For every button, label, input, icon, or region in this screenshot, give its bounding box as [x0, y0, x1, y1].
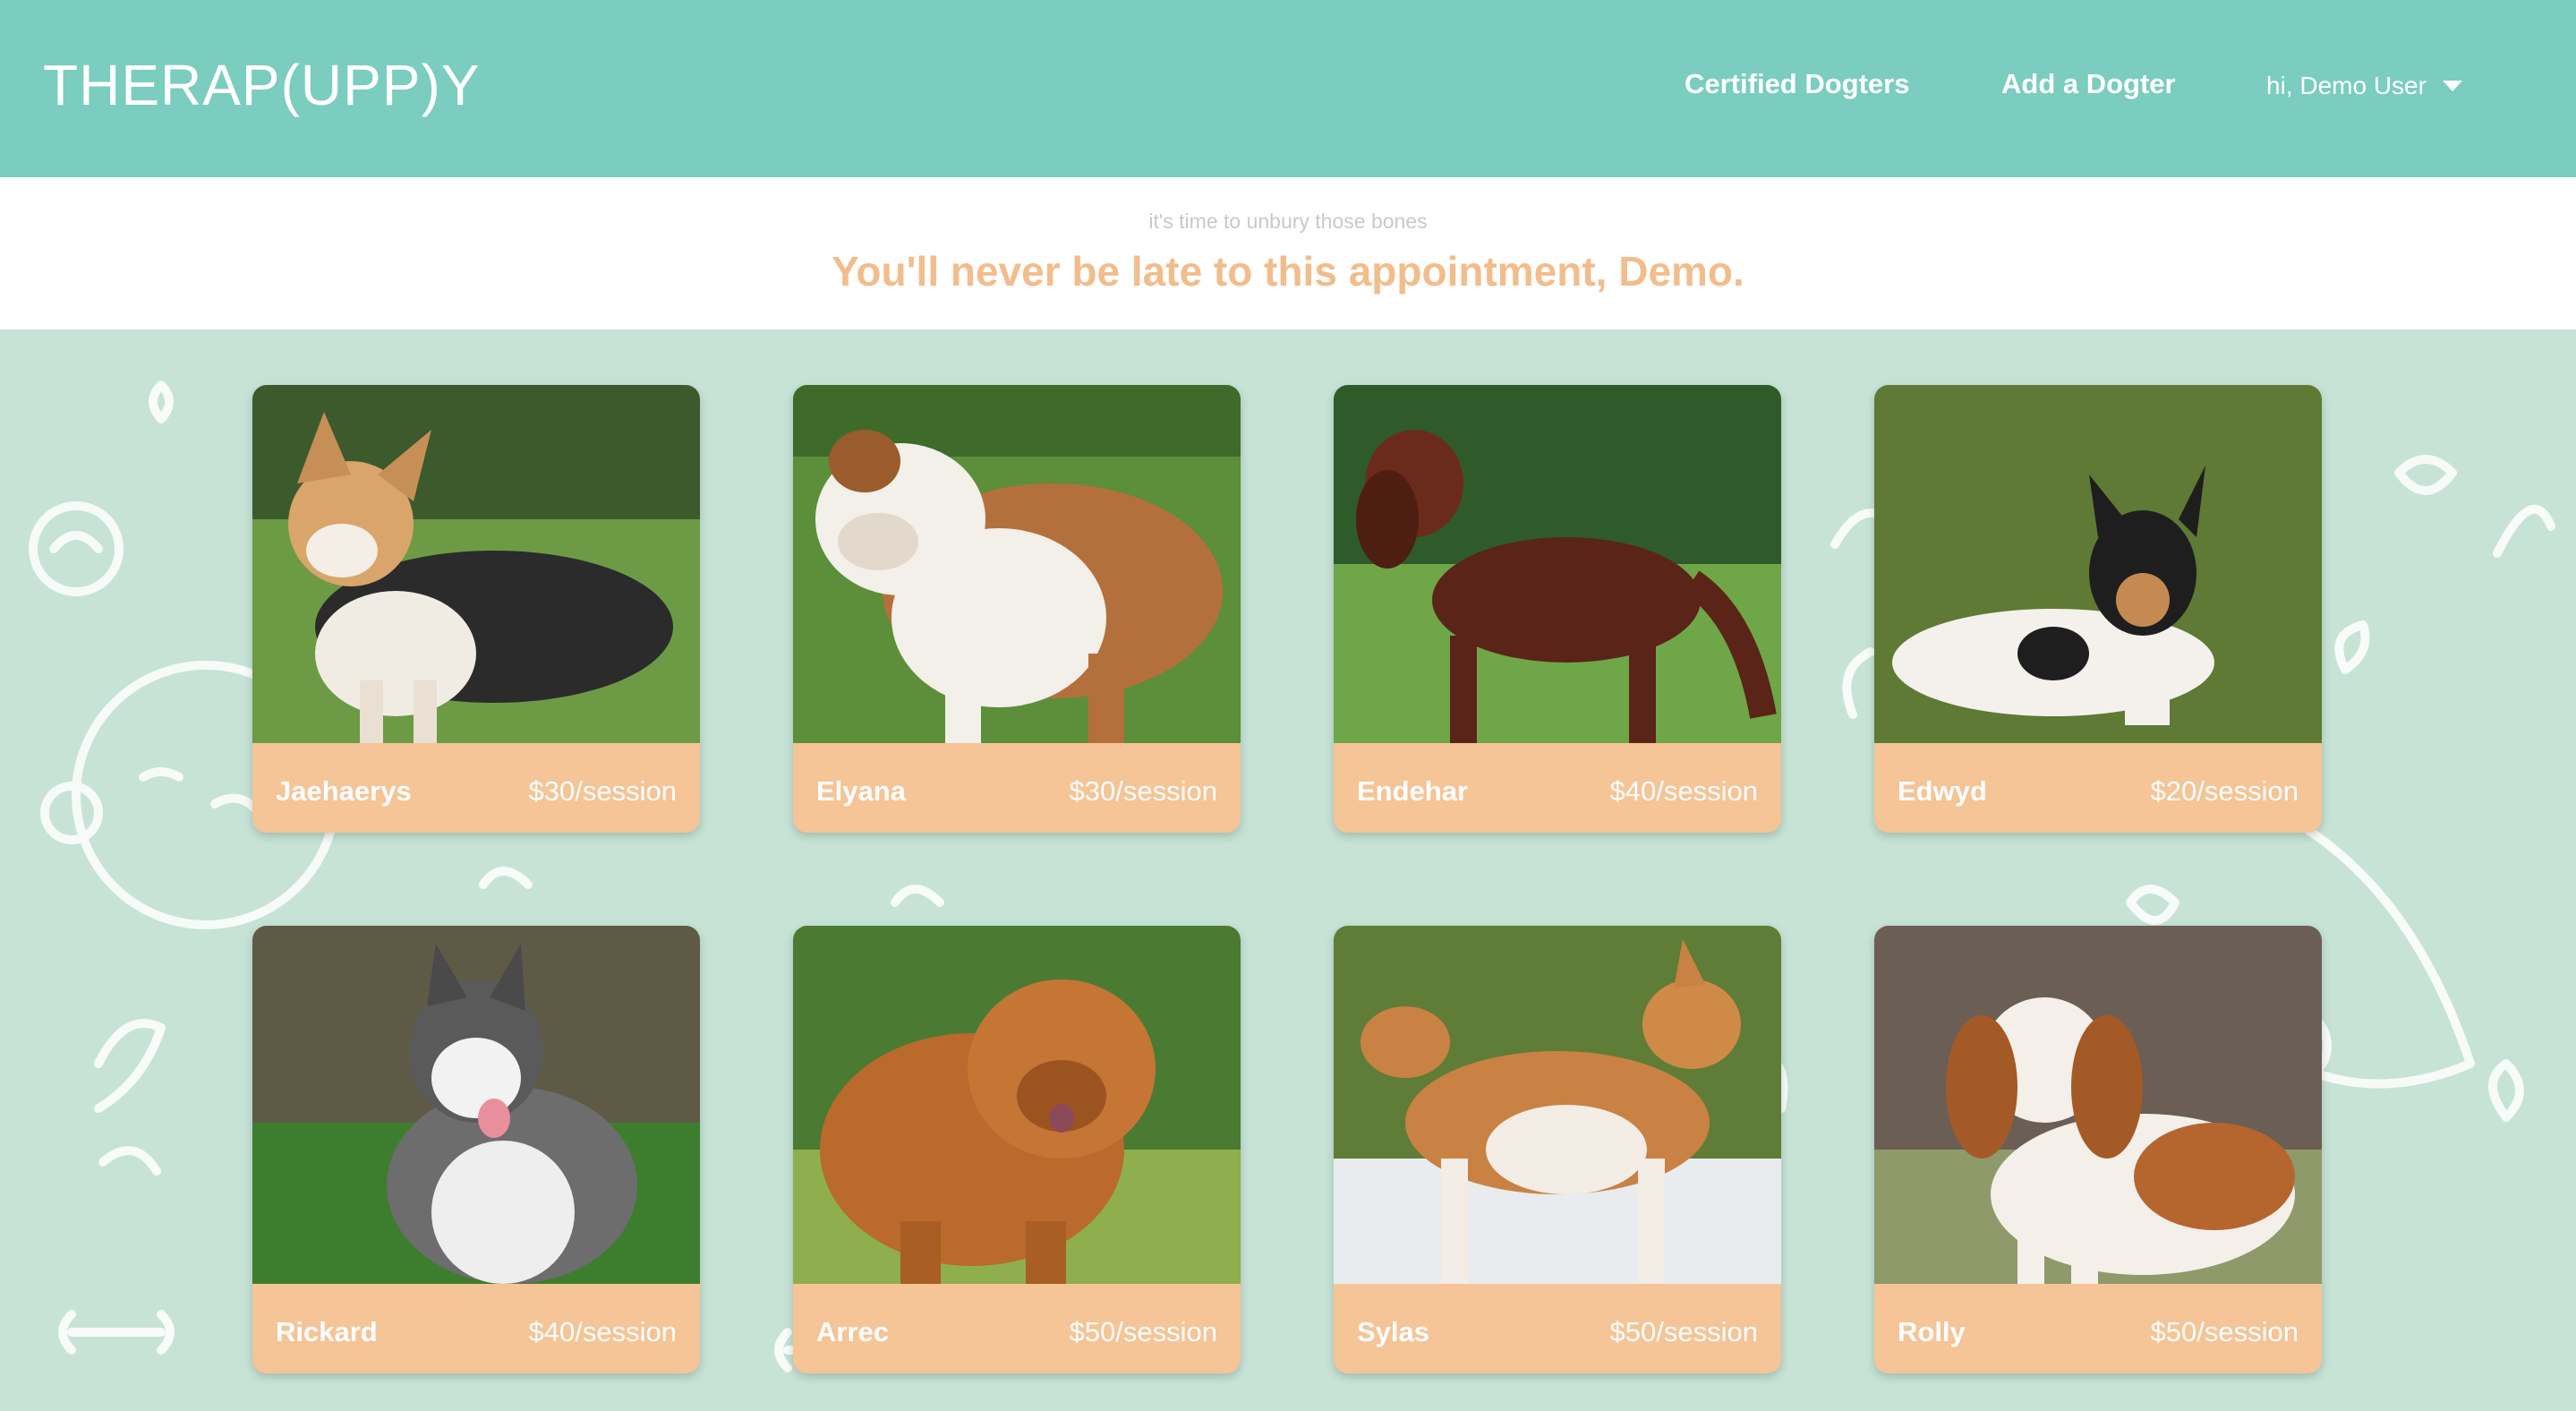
dog-name: Edwyd: [1898, 775, 1987, 807]
dog-name: Arrec: [816, 1316, 889, 1347]
dog-name: Rickard: [276, 1316, 378, 1347]
dog-card-edwyd[interactable]: Edwyd $20/session: [1874, 385, 2322, 833]
dog-card-sylas[interactable]: Sylas $50/session: [1334, 926, 1781, 1373]
dog-price: $50/session: [1609, 1316, 1758, 1347]
dog-name: Endehar: [1357, 775, 1469, 807]
dog-card-rolly[interactable]: Rolly $50/session: [1874, 926, 2322, 1373]
dog-card-arrec[interactable]: Arrec $50/session: [793, 926, 1241, 1373]
irish-setter-photo: [1334, 385, 1781, 743]
greeting-heading: You'll never be late to this appointment…: [832, 248, 1744, 295]
dog-price: $30/session: [1069, 775, 1217, 807]
hero-banner: it's time to unbury those bones You'll n…: [0, 177, 2576, 329]
dog-name: Elyana: [816, 775, 906, 807]
card-footer: Elyana $30/session: [793, 743, 1241, 833]
tagline: it's time to unbury those bones: [1148, 210, 1428, 233]
dog-card-jaehaerys[interactable]: Jaehaerys $30/session: [252, 385, 700, 833]
dog-price: $40/session: [528, 1316, 677, 1347]
caret-down-icon: [2442, 81, 2462, 91]
cavalier-photo: [1874, 926, 2322, 1284]
brand-logo[interactable]: THERAP(UPP)Y: [43, 52, 481, 118]
dog-card-elyana[interactable]: Elyana $30/session: [793, 385, 1241, 833]
dog-card-rickard[interactable]: Rickard $40/session: [252, 926, 700, 1373]
husky-photo: [252, 926, 700, 1284]
dog-card-endehar[interactable]: Endehar $40/session: [1334, 385, 1781, 833]
dog-name: Rolly: [1898, 1316, 1966, 1347]
akita-photo: [1334, 926, 1781, 1284]
chow-chow-photo: [793, 926, 1241, 1284]
dog-price: $30/session: [528, 775, 677, 807]
user-menu[interactable]: hi, Demo User: [2266, 72, 2462, 100]
card-footer: Sylas $50/session: [1334, 1284, 1781, 1373]
card-footer: Jaehaerys $30/session: [252, 743, 700, 833]
card-footer: Rickard $40/session: [252, 1284, 700, 1373]
dog-name: Jaehaerys: [276, 775, 412, 807]
dog-price: $20/session: [2150, 775, 2299, 807]
nav-add-dogter[interactable]: Add a Dogter: [2001, 68, 2176, 100]
user-greeting: hi, Demo User: [2266, 72, 2427, 99]
navbar: THERAP(UPP)Y Certified Dogters Add a Dog…: [0, 0, 2576, 177]
card-footer: Arrec $50/session: [793, 1284, 1241, 1373]
card-footer: Rolly $50/session: [1874, 1284, 2322, 1373]
dog-name: Sylas: [1357, 1316, 1430, 1347]
card-footer: Edwyd $20/session: [1874, 743, 2322, 833]
rat-terrier-photo: [1874, 385, 2322, 743]
corgi-photo: [252, 385, 700, 743]
bulldog-photo: [793, 385, 1241, 743]
dog-price: $50/session: [1069, 1316, 1217, 1347]
nav-certified-dogters[interactable]: Certified Dogters: [1685, 68, 1909, 100]
card-footer: Endehar $40/session: [1334, 743, 1781, 833]
dog-price: $40/session: [1609, 775, 1758, 807]
dog-price: $50/session: [2150, 1316, 2299, 1347]
